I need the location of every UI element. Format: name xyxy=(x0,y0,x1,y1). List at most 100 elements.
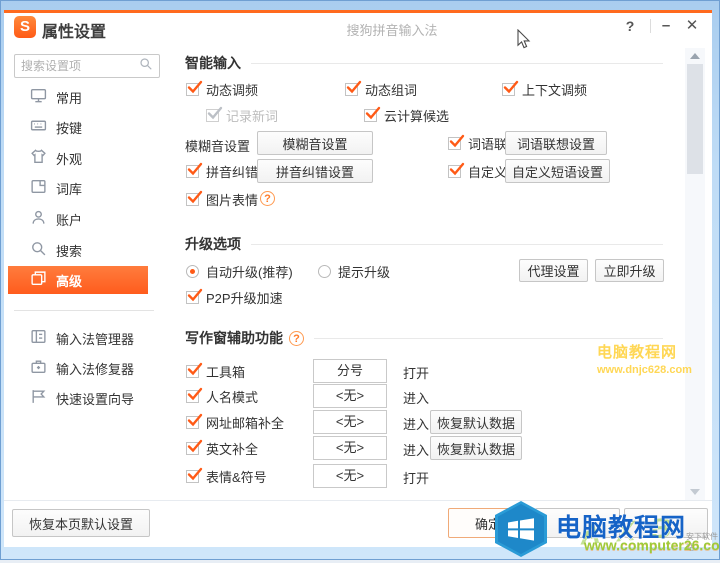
word-assoc-settings-button[interactable]: 词语联想设置 xyxy=(505,131,607,155)
section-header-writing: 写作窗辅助功能 ? xyxy=(185,329,663,347)
sidebar-item-label: 词库 xyxy=(56,179,82,198)
action-text: 进入 xyxy=(403,440,429,459)
sidebar-item-label: 外观 xyxy=(56,149,82,168)
checkbox-checked-icon xyxy=(186,291,199,304)
checkbox-url-email-complete[interactable]: 网址邮箱补全 xyxy=(186,412,284,432)
checkbox-label: 工具箱 xyxy=(206,362,245,381)
help-circle-icon[interactable]: ? xyxy=(260,191,275,206)
search-input[interactable] xyxy=(21,59,139,73)
flag-icon xyxy=(30,388,47,408)
reset-page-defaults-button[interactable]: 恢复本页默认设置 xyxy=(12,509,150,537)
section-divider xyxy=(314,338,663,339)
page-title: 属性设置 xyxy=(42,18,106,42)
checkbox-cloud-candidates[interactable]: 云计算候选 xyxy=(364,105,449,125)
sidebar-item-appearance[interactable]: 外观 xyxy=(8,144,148,172)
sidebar-item-keys[interactable]: 按键 xyxy=(8,113,148,141)
app-title: 搜狗拼音输入法 xyxy=(312,20,472,39)
sidebar-item-quick-wizard[interactable]: 快速设置向导 xyxy=(8,384,148,412)
sidebar-item-label: 输入法管理器 xyxy=(56,329,134,348)
apply-button[interactable] xyxy=(624,508,708,538)
checkbox-english-complete[interactable]: 英文补全 xyxy=(186,438,258,458)
radio-auto-upgrade[interactable]: 自动升级(推荐) xyxy=(186,261,293,281)
checkbox-checked-icon xyxy=(186,165,199,178)
upgrade-now-button[interactable]: 立即升级 xyxy=(595,259,664,282)
checkbox-label: 记录新词 xyxy=(226,106,278,125)
checkbox-label: 英文补全 xyxy=(206,439,258,458)
toolbox-icon xyxy=(30,358,47,378)
restore-default-data-button[interactable]: 恢复默认数据 xyxy=(430,436,522,460)
help-circle-icon[interactable]: ? xyxy=(289,331,304,346)
checkbox-toolbox[interactable]: 工具箱 xyxy=(186,361,245,381)
sidebar-item-label: 输入法修复器 xyxy=(56,359,134,378)
checkbox-context-freq[interactable]: 上下文调频 xyxy=(502,79,587,99)
checkbox-checked-disabled-icon xyxy=(206,109,219,122)
proxy-settings-button[interactable]: 代理设置 xyxy=(519,259,588,282)
checkbox-checked-icon xyxy=(186,365,199,378)
sidebar-item-label: 快速设置向导 xyxy=(56,389,134,408)
section-title: 升级选项 xyxy=(185,234,241,254)
checkbox-name-mode[interactable]: 人名模式 xyxy=(186,386,258,406)
checkbox-emoji-symbol[interactable]: 表情&符号 xyxy=(186,466,267,486)
section-header-smart-input: 智能输入 xyxy=(185,54,663,72)
pinyin-correct-settings-button[interactable]: 拼音纠错设置 xyxy=(257,159,373,183)
dictionary-icon xyxy=(30,178,47,198)
checkbox-label: 上下文调频 xyxy=(522,80,587,99)
scrollbar-thumb[interactable] xyxy=(687,64,703,174)
scroll-down-arrow-icon[interactable] xyxy=(687,486,703,498)
emoji-shortcut-select[interactable]: <无> xyxy=(313,464,387,488)
sidebar-item-ime-repair[interactable]: 输入法修复器 xyxy=(8,354,148,382)
checkbox-dynamic-compose[interactable]: 动态组词 xyxy=(345,79,417,99)
url-email-shortcut-select[interactable]: <无> xyxy=(313,410,387,434)
ok-button[interactable]: 确定 xyxy=(448,508,528,538)
checkbox-p2p-upgrade[interactable]: P2P升级加速 xyxy=(186,287,283,307)
cancel-button[interactable] xyxy=(535,508,620,538)
search-icon xyxy=(30,240,47,260)
sidebar-item-common[interactable]: 常用 xyxy=(8,83,148,111)
checkbox-record-new-words: 记录新词 xyxy=(206,105,278,125)
scroll-up-arrow-icon[interactable] xyxy=(687,50,703,62)
close-button[interactable]: ✕ xyxy=(682,15,702,37)
action-text: 进入 xyxy=(403,388,429,407)
checkbox-label: P2P升级加速 xyxy=(206,288,283,307)
radio-prompt-upgrade[interactable]: 提示升级 xyxy=(318,261,390,281)
checkbox-label: 网址邮箱补全 xyxy=(206,413,284,432)
checkbox-checked-icon xyxy=(345,83,358,96)
monitor-icon xyxy=(30,87,47,107)
scrollbar[interactable] xyxy=(685,48,705,500)
sidebar-item-search[interactable]: 搜索 xyxy=(8,236,148,264)
search-icon xyxy=(139,57,153,76)
titlebar-separator xyxy=(650,19,651,33)
action-text: 打开 xyxy=(403,468,429,487)
checkbox-checked-icon xyxy=(364,109,377,122)
help-button[interactable]: ? xyxy=(620,15,640,37)
checkbox-checked-icon xyxy=(186,416,199,429)
custom-phrase-settings-button[interactable]: 自定义短语设置 xyxy=(505,159,610,183)
keyboard-icon xyxy=(30,117,47,137)
search-box xyxy=(14,54,160,78)
checkbox-picture-emoji[interactable]: 图片表情 xyxy=(186,189,258,209)
checkbox-dynamic-freq[interactable]: 动态调频 xyxy=(186,79,258,99)
sidebar-item-label: 账户 xyxy=(56,210,82,229)
sidebar-item-advanced[interactable]: 高级 xyxy=(8,266,148,294)
sidebar-item-ime-manager[interactable]: 输入法管理器 xyxy=(8,324,148,352)
action-text: 打开 xyxy=(403,363,429,382)
section-title: 写作窗辅助功能 xyxy=(185,328,283,348)
toolbox-shortcut-select[interactable]: 分号 xyxy=(313,359,387,383)
sidebar-item-lexicon[interactable]: 词库 xyxy=(8,174,148,202)
section-header-upgrade: 升级选项 xyxy=(185,235,663,253)
checkbox-pinyin-correct[interactable]: 拼音纠错 xyxy=(186,161,258,181)
english-shortcut-select[interactable]: <无> xyxy=(313,436,387,460)
footer-divider xyxy=(4,500,712,501)
fuzzy-settings-button[interactable]: 模糊音设置 xyxy=(257,131,373,155)
sidebar-item-account[interactable]: 账户 xyxy=(8,205,148,233)
checkbox-label: 表情&符号 xyxy=(206,467,267,486)
checkbox-label: 动态组词 xyxy=(365,80,417,99)
checkbox-checked-icon xyxy=(448,165,461,178)
section-divider xyxy=(251,63,663,64)
checkbox-label: 拼音纠错 xyxy=(206,162,258,181)
restore-default-data-button[interactable]: 恢复默认数据 xyxy=(430,410,522,434)
minimize-button[interactable]: – xyxy=(656,15,676,37)
name-mode-shortcut-select[interactable]: <无> xyxy=(313,384,387,408)
sidebar-divider xyxy=(14,310,154,311)
mouse-cursor xyxy=(517,29,531,55)
